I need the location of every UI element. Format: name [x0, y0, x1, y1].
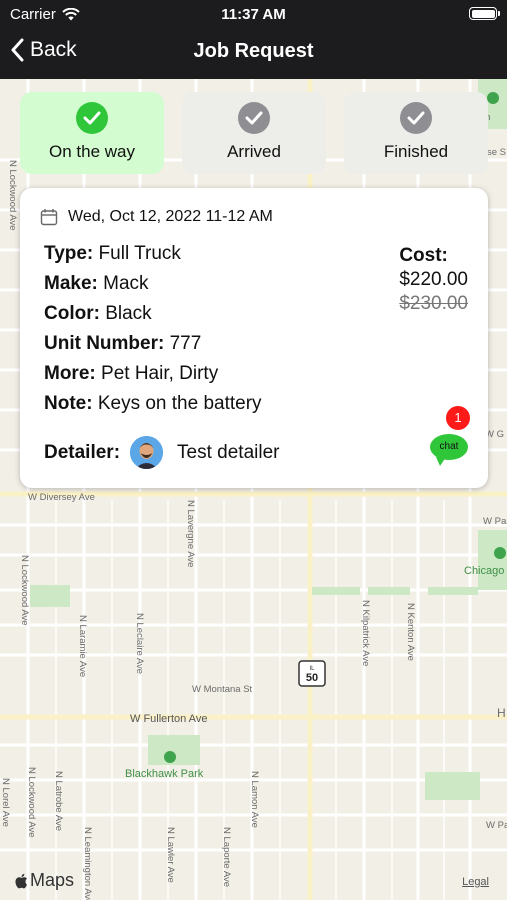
route-shield-number: 50 [306, 672, 318, 684]
detailer-label: Detailer: [44, 441, 121, 463]
street-label-laramie: N Laramie Ave [77, 615, 88, 677]
unit-value: 777 [169, 333, 202, 354]
info-type: Type: Full Truck [44, 242, 262, 272]
avatar [130, 436, 164, 469]
cost-block: Cost: $220.00 $230.00 [399, 244, 468, 316]
street-label-parker: W Parker [483, 516, 507, 527]
calendar-icon [40, 209, 58, 226]
cost-label: Cost: [399, 245, 448, 266]
top-bar: Carrier 11:37 AM Back Job Request [0, 0, 507, 79]
info-make: Make: Mack [44, 272, 262, 302]
info-more: More: Pet Hair, Dirty [44, 362, 262, 392]
job-info-list: Type: Full Truck Make: Mack Color: Black… [44, 242, 262, 422]
job-date: Wed, Oct 12, 2022 11-12 AM [68, 208, 273, 225]
note-label: Note: [44, 393, 93, 414]
job-date-row: Wed, Oct 12, 2022 11-12 AM [40, 208, 273, 226]
color-label: Color: [44, 303, 100, 324]
street-label-lawler: N Lawler Ave [165, 827, 176, 883]
type-value: Full Truck [98, 243, 181, 264]
color-value: Black [105, 303, 152, 324]
make-label: Make: [44, 273, 98, 294]
maps-attribution: Maps [14, 870, 74, 891]
chat-label: chat [439, 441, 459, 452]
apple-logo-icon [15, 873, 27, 888]
check-circle-icon [238, 102, 270, 134]
street-label-kilpatrick: N Kilpatrick Ave [360, 600, 371, 666]
street-label-fullerton: W Fullerton Ave [130, 713, 207, 725]
navigation-bar: Back Job Request [0, 30, 507, 76]
page-title: Job Request [193, 40, 314, 62]
more-value: Pet Hair, Dirty [101, 363, 219, 384]
status-bar: Carrier 11:37 AM [0, 0, 507, 28]
detailer-row: Detailer: Test detailer [44, 436, 279, 469]
check-circle-icon [76, 102, 108, 134]
street-label-lockwood-2: N Lockwood Ave [26, 767, 37, 838]
step-label: Finished [383, 142, 449, 161]
street-label-montana: W Montana St [192, 684, 253, 695]
info-unit: Unit Number: 777 [44, 332, 262, 362]
unread-badge: 1 [446, 406, 470, 430]
more-label: More: [44, 363, 96, 384]
note-value: Keys on the battery [97, 393, 262, 414]
street-label-lockwood-3: N Lockwood Ave [7, 160, 18, 231]
street-label-kenton: N Kenton Ave [405, 603, 416, 661]
street-label-palmer: W Palmer [486, 820, 507, 831]
street-label-lavergne: N Lavergne Ave [185, 500, 196, 567]
step-label: Arrived [227, 142, 281, 161]
step-on-the-way[interactable]: On the way [20, 92, 164, 174]
legal-link[interactable]: Legal [462, 876, 489, 888]
step-arrived[interactable]: Arrived [182, 92, 326, 174]
type-label: Type: [44, 243, 94, 264]
chat-bubble-icon: chat [430, 434, 468, 466]
status-time: 11:37 AM [221, 6, 286, 23]
step-finished[interactable]: Finished [344, 92, 488, 174]
map-edge-label-2: se S [487, 147, 506, 158]
park-label-blackhawk: Blackhawk Park [125, 768, 204, 780]
street-label-leclaire: N Leclaire Ave [134, 613, 145, 674]
park-label-chicago: Chicago Distr [464, 565, 507, 577]
route-shield-icon: IL 50 [298, 660, 326, 687]
check-circle-icon [400, 102, 432, 134]
cost-value: $220.00 [399, 269, 468, 290]
info-color: Color: Black [44, 302, 262, 332]
street-label-lockwood: N Lockwood Ave [19, 555, 30, 626]
make-value: Mack [103, 273, 149, 294]
street-label-leamington: N Leamington Ave [82, 827, 93, 900]
street-label-lamon: N Lamon Ave [249, 771, 260, 828]
job-details-card: Wed, Oct 12, 2022 11-12 AM Type: Full Tr… [20, 188, 488, 488]
step-label: On the way [49, 142, 135, 161]
street-label-lorel: N Lorel Ave [0, 778, 11, 827]
unit-label: Unit Number: [44, 333, 165, 354]
original-cost-value: $230.00 [399, 293, 468, 314]
detailer-name: Test detailer [177, 441, 280, 463]
battery-icon [469, 7, 500, 20]
maps-label: Maps [30, 870, 75, 890]
street-label-laporte: N Laporte Ave [221, 827, 232, 887]
chat-button[interactable]: 1 chat [430, 406, 470, 466]
info-note: Note: Keys on the battery [44, 392, 262, 422]
street-label-latrobe: N Latrobe Ave [53, 771, 64, 831]
street-label-diversey: W Diversey Ave [28, 492, 95, 503]
map-edge-label-3: H [497, 706, 506, 720]
